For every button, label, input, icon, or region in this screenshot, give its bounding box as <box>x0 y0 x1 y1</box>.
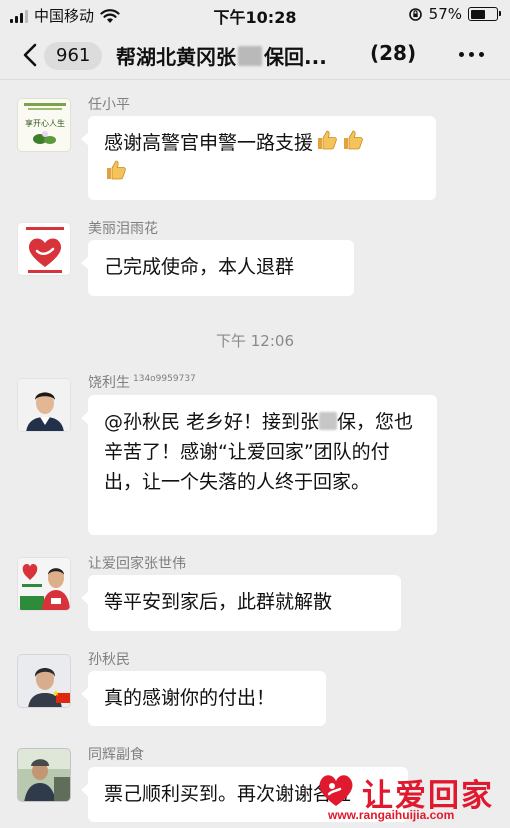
status-bar: 中国移动 下午10:28 57% <box>0 0 510 30</box>
sender-name: 饶利生 134o9959737 <box>88 372 196 392</box>
message-text: 己完成使命，本人退群 <box>104 256 295 278</box>
message-text: 感谢高警官申警一路支援 <box>104 132 314 154</box>
more-options-icon[interactable] <box>459 52 484 57</box>
message-text-part1: @孙秋民 老乡好！接到张 <box>104 411 320 433</box>
unread-count-badge[interactable]: 961 <box>44 42 103 70</box>
group-title-part1: 帮湖北黄冈张 <box>116 45 236 69</box>
sender-name: 任小平 <box>88 97 130 113</box>
message-text: 票己顺利买到。再次谢谢各位 <box>104 783 352 805</box>
thumbs-up-emoji-icon <box>318 130 337 150</box>
chat-timestamp: 下午 12:06 <box>216 332 294 350</box>
message-text: 等平安到家后，此群就解散 <box>104 591 333 613</box>
sender-name: 美丽泪雨花 <box>88 221 158 237</box>
thumbs-up-emoji-icon <box>107 160 126 180</box>
message-bubble[interactable]: 己完成使命，本人退群 <box>81 240 354 296</box>
sender-phone: 134o9959737 <box>133 374 196 385</box>
message-text: 真的感谢你的付出！ <box>104 687 276 709</box>
battery-icon <box>468 7 501 21</box>
thumbs-up-emoji-icon <box>344 130 363 150</box>
chat-header: 961 帮湖北黄冈张 保回... (28) <box>0 30 510 80</box>
avatar[interactable] <box>17 378 71 432</box>
redacted-mark <box>238 45 262 66</box>
redacted-mark <box>319 412 338 430</box>
message-bubble[interactable]: 感谢高警官申警一路支援 <box>81 116 436 200</box>
avatar-text: 享开心人生 <box>25 118 65 128</box>
group-title-part2: 保回... <box>264 45 327 69</box>
avatar[interactable]: 享开心人生 <box>17 98 71 152</box>
group-title: 帮湖北黄冈张 保回... <box>116 41 327 70</box>
sender-name: 让爱回家张世伟 <box>88 556 186 572</box>
watermark-logo: 让爱回家 www.rangaihuijia.com <box>316 770 506 828</box>
watermark-url: www.rangaihuijia.com <box>328 808 455 822</box>
avatar[interactable] <box>17 748 71 802</box>
message-bubble[interactable]: 等平安到家后，此群就解散 <box>81 575 401 631</box>
sender-name-text: 饶利生 <box>88 375 130 391</box>
message-bubble[interactable]: 真的感谢你的付出！ <box>81 671 326 726</box>
sender-name: 同辉副食 <box>88 747 144 763</box>
battery-percent: 57% <box>428 5 462 23</box>
member-count: (28) <box>370 41 417 65</box>
message-bubble[interactable]: @孙秋民 老乡好！接到张 保，您也辛苦了！感谢“让爱回家”团队的付出，让一个失落的… <box>81 395 437 535</box>
avatar[interactable] <box>17 222 71 276</box>
back-chevron-icon[interactable] <box>18 40 44 70</box>
sender-name: 孙秋民 <box>88 652 130 668</box>
rotation-lock-icon <box>408 7 422 21</box>
avatar[interactable] <box>17 654 71 708</box>
heart-logo-icon <box>319 775 353 806</box>
avatar[interactable] <box>17 557 71 611</box>
